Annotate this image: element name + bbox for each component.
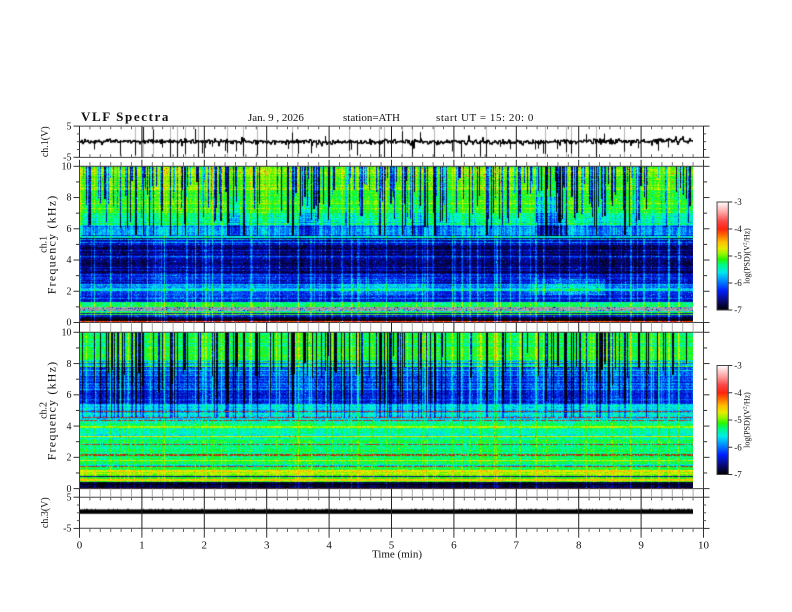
svg-text:-7: -7 bbox=[734, 470, 742, 480]
svg-text:-3: -3 bbox=[734, 197, 742, 207]
svg-text:4: 4 bbox=[67, 255, 72, 266]
svg-text:1: 1 bbox=[139, 540, 145, 552]
svg-text:-7: -7 bbox=[734, 305, 742, 315]
svg-text:7: 7 bbox=[514, 540, 520, 552]
svg-text:Frequency (kHz): Frequency (kHz) bbox=[45, 361, 59, 461]
svg-text:-4: -4 bbox=[734, 224, 742, 234]
svg-text:4: 4 bbox=[326, 540, 332, 552]
svg-text:ch.1(V): ch.1(V) bbox=[40, 126, 51, 157]
svg-text:VLF Spectra: VLF Spectra bbox=[81, 109, 170, 124]
svg-text:8: 8 bbox=[67, 359, 72, 370]
svg-text:5: 5 bbox=[67, 122, 72, 133]
svg-text:10: 10 bbox=[62, 162, 72, 173]
svg-text:ch.3(V): ch.3(V) bbox=[40, 497, 51, 528]
svg-text:-5: -5 bbox=[734, 251, 742, 261]
svg-text:-6: -6 bbox=[734, 278, 742, 288]
svg-text:0: 0 bbox=[77, 540, 83, 552]
svg-text:6: 6 bbox=[67, 224, 72, 235]
svg-text:-5: -5 bbox=[734, 415, 742, 425]
svg-text:-3: -3 bbox=[734, 361, 742, 371]
svg-text:0: 0 bbox=[67, 318, 72, 329]
svg-text:-4: -4 bbox=[734, 388, 742, 398]
svg-text:6: 6 bbox=[451, 540, 457, 552]
svg-text:-6: -6 bbox=[734, 442, 742, 452]
svg-text:station=ATH: station=ATH bbox=[343, 112, 400, 124]
svg-text:3: 3 bbox=[264, 540, 270, 552]
svg-text:0: 0 bbox=[67, 484, 72, 495]
svg-text:6: 6 bbox=[67, 390, 72, 401]
svg-text:4: 4 bbox=[67, 421, 72, 432]
svg-text:start UT = 15: 20: 0: start UT = 15: 20: 0 bbox=[436, 112, 534, 124]
svg-text:2: 2 bbox=[67, 286, 72, 297]
svg-text:log(PSD)(V2/Hz): log(PSD)(V2/Hz) bbox=[743, 228, 752, 284]
svg-text:log(PSD)(V2/Hz): log(PSD)(V2/Hz) bbox=[743, 392, 752, 448]
svg-text:9: 9 bbox=[638, 540, 644, 552]
svg-text:10: 10 bbox=[62, 328, 72, 339]
svg-text:Jan. 9 , 2026: Jan. 9 , 2026 bbox=[248, 112, 304, 124]
svg-text:2: 2 bbox=[202, 540, 208, 552]
svg-text:8: 8 bbox=[67, 193, 72, 204]
svg-text:10: 10 bbox=[698, 540, 710, 552]
svg-text:-5: -5 bbox=[63, 524, 71, 535]
svg-text:8: 8 bbox=[576, 540, 582, 552]
svg-text:Frequency (kHz): Frequency (kHz) bbox=[45, 195, 59, 295]
svg-text:Time (min): Time (min) bbox=[372, 549, 422, 561]
svg-text:2: 2 bbox=[67, 453, 72, 464]
